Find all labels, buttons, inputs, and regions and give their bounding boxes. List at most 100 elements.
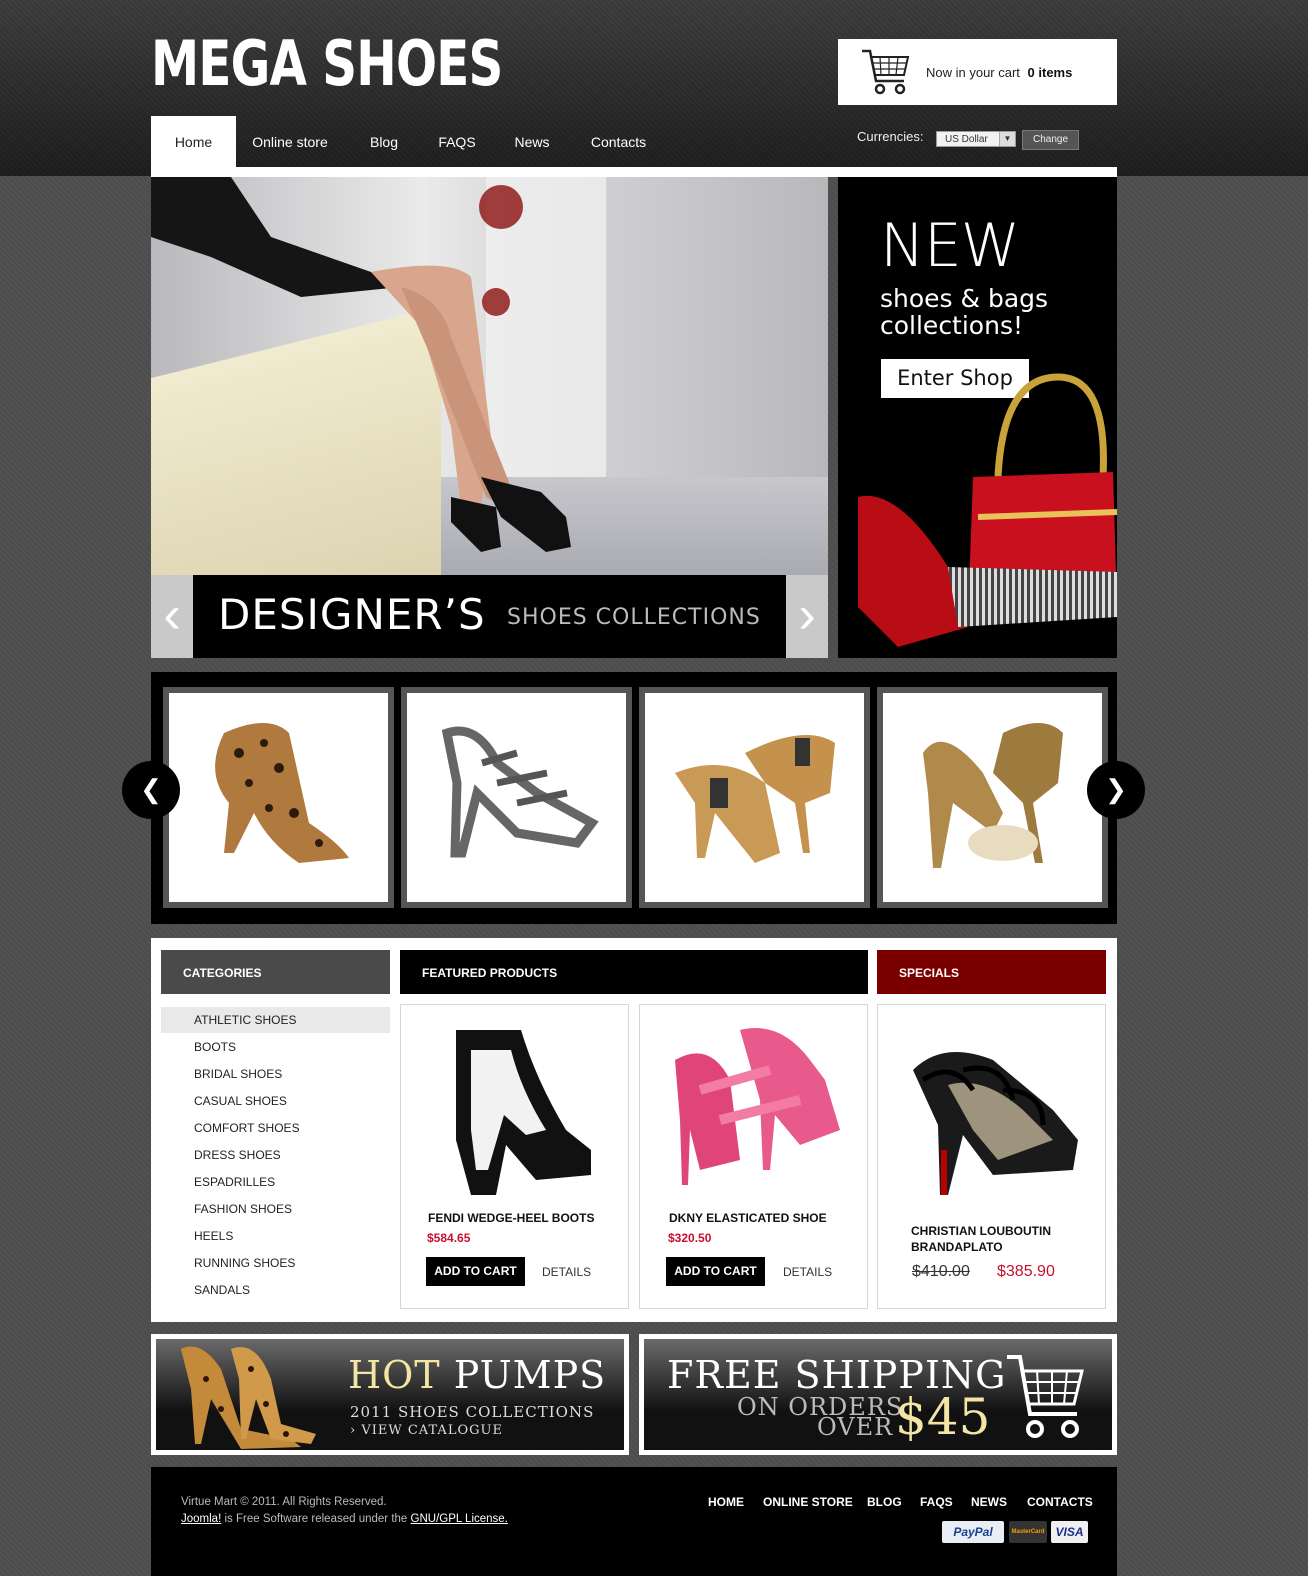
carousel-prev-button[interactable]: ❮: [122, 761, 180, 819]
hot-pumps-banner[interactable]: HOT PUMPS 2011 SHOES COLLECTIONS › VIEW …: [151, 1334, 629, 1455]
category-comfort-shoes[interactable]: COMFORT SHOES: [161, 1115, 390, 1141]
special-price: $385.90: [997, 1263, 1055, 1280]
category-casual-shoes[interactable]: CASUAL SHOES: [161, 1088, 390, 1114]
chevron-left-icon: ❮: [140, 774, 162, 804]
categories-header: CATEGORIES: [161, 950, 390, 994]
paypal-icon: PayPal: [942, 1521, 1004, 1543]
category-bridal-shoes[interactable]: BRIDAL SHOES: [161, 1061, 390, 1087]
product-price: $584.65: [427, 1231, 471, 1245]
view-catalogue-label: VIEW CATALOGUE: [361, 1423, 503, 1438]
details-link[interactable]: DETAILS: [542, 1265, 591, 1279]
currency-selector: Currencies: US Dollar ▼ Change: [857, 129, 1079, 150]
details-link[interactable]: DETAILS: [783, 1265, 832, 1279]
carousel-item[interactable]: [401, 687, 632, 908]
currency-label: Currencies:: [857, 129, 924, 144]
category-running-shoes[interactable]: RUNNING SHOES: [161, 1250, 390, 1276]
nav-underline: [151, 167, 1117, 177]
promo-banner[interactable]: NEW shoes & bags collections! Enter Shop: [838, 177, 1117, 658]
view-catalogue-link[interactable]: › VIEW CATALOGUE: [350, 1423, 503, 1438]
hero-subtitle: SHOES COLLECTIONS: [507, 605, 761, 630]
nav-home[interactable]: Home: [151, 116, 236, 167]
cart-label: Now in your cart: [926, 65, 1020, 80]
product-carousel: [151, 672, 1117, 924]
footer: Virtue Mart © 2011. All Rights Reserved.…: [151, 1467, 1117, 1576]
product-image: [913, 1052, 1078, 1195]
cart-status: Now in your cart 0 items: [926, 65, 1072, 80]
mastercard-icon: MasterCard: [1009, 1521, 1047, 1543]
special-product-card: CHRISTIAN LOUBOUTIN BRANDAPLATO $410.00 …: [877, 1004, 1106, 1309]
category-heels[interactable]: HEELS: [161, 1223, 390, 1249]
chevron-right-icon: ❯: [1105, 774, 1127, 804]
carousel-item[interactable]: [163, 687, 394, 908]
category-fashion-shoes[interactable]: FASHION SHOES: [161, 1196, 390, 1222]
cart-count: 0 items: [1027, 65, 1073, 80]
footer-nav-online-store[interactable]: ONLINE STORE: [763, 1495, 853, 1509]
shoe-image: [923, 723, 1063, 868]
product-card: DKNY ELASTICATED SHOE $320.50 ADD TO CAR…: [639, 1004, 868, 1309]
visa-icon: VISA: [1051, 1521, 1088, 1543]
carousel-item[interactable]: [877, 687, 1108, 908]
shipping-line2: OVER: [817, 1413, 894, 1441]
special-product-name-line1[interactable]: CHRISTIAN LOUBOUTIN: [911, 1224, 1051, 1238]
special-product-name-line2[interactable]: BRANDAPLATO: [911, 1240, 1003, 1254]
footer-copyright-block: Virtue Mart © 2011. All Rights Reserved.…: [181, 1494, 508, 1528]
currency-selected: US Dollar: [945, 134, 988, 145]
shopping-cart-icon: [862, 49, 910, 95]
shoe-image: [441, 726, 599, 858]
carousel-next-button[interactable]: ❯: [1087, 761, 1145, 819]
nav-faqs[interactable]: FAQS: [423, 116, 491, 167]
nav-news[interactable]: News: [501, 116, 563, 167]
carousel-item[interactable]: [639, 687, 870, 908]
product-price: $320.50: [668, 1231, 712, 1245]
featured-header: FEATURED PRODUCTS: [400, 950, 868, 994]
shoe-image: [675, 735, 835, 863]
chevron-left-icon: ‹: [163, 586, 181, 644]
add-to-cart-button[interactable]: ADD TO CART: [666, 1257, 765, 1286]
nav-contacts[interactable]: Contacts: [576, 116, 661, 167]
nav-blog[interactable]: Blog: [349, 116, 419, 167]
nav-online-store[interactable]: Online store: [236, 116, 344, 167]
leopard-pumps-image: [181, 1346, 316, 1449]
free-software-text: is Free Software released under the: [224, 1513, 408, 1525]
copyright-text: Virtue Mart © 2011. All Rights Reserved.: [181, 1496, 387, 1508]
product-image: [456, 1030, 591, 1195]
promo-subtext: shoes & bags collections!: [880, 284, 1049, 340]
hero-slider: DESIGNER’S SHOES COLLECTIONS ‹ ›: [151, 177, 828, 658]
pumps-word: PUMPS: [453, 1353, 607, 1397]
license-link[interactable]: GNU/GPL License.: [411, 1513, 508, 1525]
promo-bag-image: [858, 373, 1117, 647]
content-panel: CATEGORIES ATHLETIC SHOES BOOTS BRIDAL S…: [151, 938, 1117, 1322]
shipping-amount: $45: [895, 1388, 991, 1446]
specials-header: SPECIALS: [877, 950, 1106, 994]
chevron-right-icon: ›: [798, 586, 816, 644]
product-name[interactable]: FENDI WEDGE-HEEL BOOTS: [428, 1211, 594, 1225]
chevron-right-icon: ›: [350, 1423, 357, 1438]
site-logo[interactable]: MEGA SHOES: [151, 28, 503, 100]
shoe-image: [215, 723, 349, 863]
footer-nav-blog[interactable]: BLOG: [867, 1495, 902, 1509]
category-athletic-shoes[interactable]: ATHLETIC SHOES: [161, 1007, 390, 1033]
footer-nav-home[interactable]: HOME: [708, 1495, 744, 1509]
currency-dropdown[interactable]: US Dollar ▼: [936, 131, 1016, 147]
shopping-cart-icon: [1007, 1355, 1084, 1438]
product-name[interactable]: DKNY ELASTICATED SHOE: [669, 1211, 827, 1225]
category-boots[interactable]: BOOTS: [161, 1034, 390, 1060]
category-dress-shoes[interactable]: DRESS SHOES: [161, 1142, 390, 1168]
category-espadrilles[interactable]: ESPADRILLES: [161, 1169, 390, 1195]
hero-prev-button[interactable]: ‹: [151, 575, 193, 658]
hot-word: HOT: [348, 1353, 441, 1397]
cart-widget[interactable]: Now in your cart 0 items: [838, 39, 1117, 105]
category-sandals[interactable]: SANDALS: [161, 1277, 390, 1303]
joomla-link[interactable]: Joomla!: [181, 1513, 221, 1525]
hero-next-button[interactable]: ›: [786, 575, 828, 658]
old-price: $410.00: [912, 1263, 970, 1280]
product-card: FENDI WEDGE-HEEL BOOTS $584.65 ADD TO CA…: [400, 1004, 629, 1309]
hero-title: DESIGNER’S: [218, 590, 486, 639]
add-to-cart-button[interactable]: ADD TO CART: [426, 1257, 525, 1286]
free-shipping-banner[interactable]: FREE SHIPPING ON ORDERS OVER $45: [639, 1334, 1117, 1455]
footer-nav-news[interactable]: NEWS: [971, 1495, 1007, 1509]
chevron-down-icon: ▼: [999, 132, 1015, 146]
footer-nav-faqs[interactable]: FAQS: [920, 1495, 953, 1509]
footer-nav-contacts[interactable]: CONTACTS: [1027, 1495, 1093, 1509]
currency-change-button[interactable]: Change: [1022, 130, 1079, 150]
